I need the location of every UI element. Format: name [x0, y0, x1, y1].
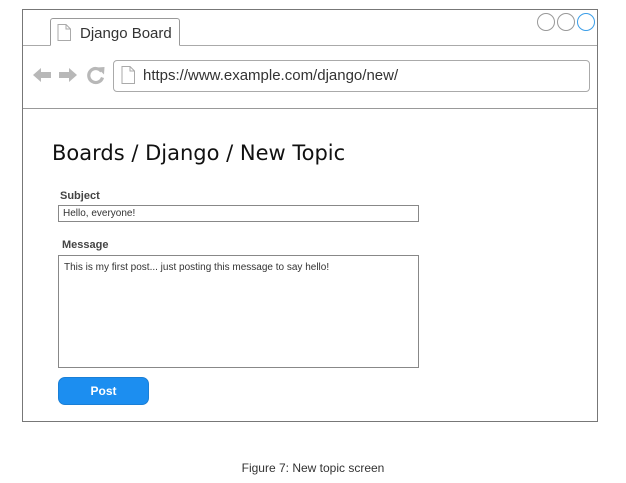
subject-input[interactable] [58, 205, 419, 222]
message-label: Message [62, 239, 109, 251]
figure-caption: Figure 7: New topic screen [241, 461, 385, 475]
minimize-button[interactable] [537, 13, 555, 31]
reload-icon[interactable] [86, 65, 106, 85]
tab-bar: Django Board [23, 10, 597, 46]
browser-tab[interactable]: Django Board [50, 18, 180, 46]
address-bar[interactable]: https://www.example.com/django/new/ [113, 60, 590, 92]
subject-label: Subject [60, 190, 100, 202]
post-button[interactable]: Post [58, 377, 149, 405]
url-text[interactable]: https://www.example.com/django/new/ [143, 67, 398, 84]
document-icon [121, 66, 135, 84]
close-button[interactable] [577, 13, 595, 31]
arrow-left-icon[interactable] [32, 65, 52, 85]
message-textarea[interactable]: This is my first post... just posting th… [58, 255, 419, 368]
document-icon [57, 24, 71, 41]
maximize-button[interactable] [557, 13, 575, 31]
breadcrumb: Boards / Django / New Topic [52, 141, 346, 165]
navigation-bar: https://www.example.com/django/new/ [23, 46, 597, 109]
window-controls [537, 13, 595, 33]
arrow-right-icon[interactable] [58, 65, 78, 85]
browser-window: Django Board https://www.example.com/dja… [22, 9, 598, 422]
tab-title: Django Board [80, 25, 172, 42]
